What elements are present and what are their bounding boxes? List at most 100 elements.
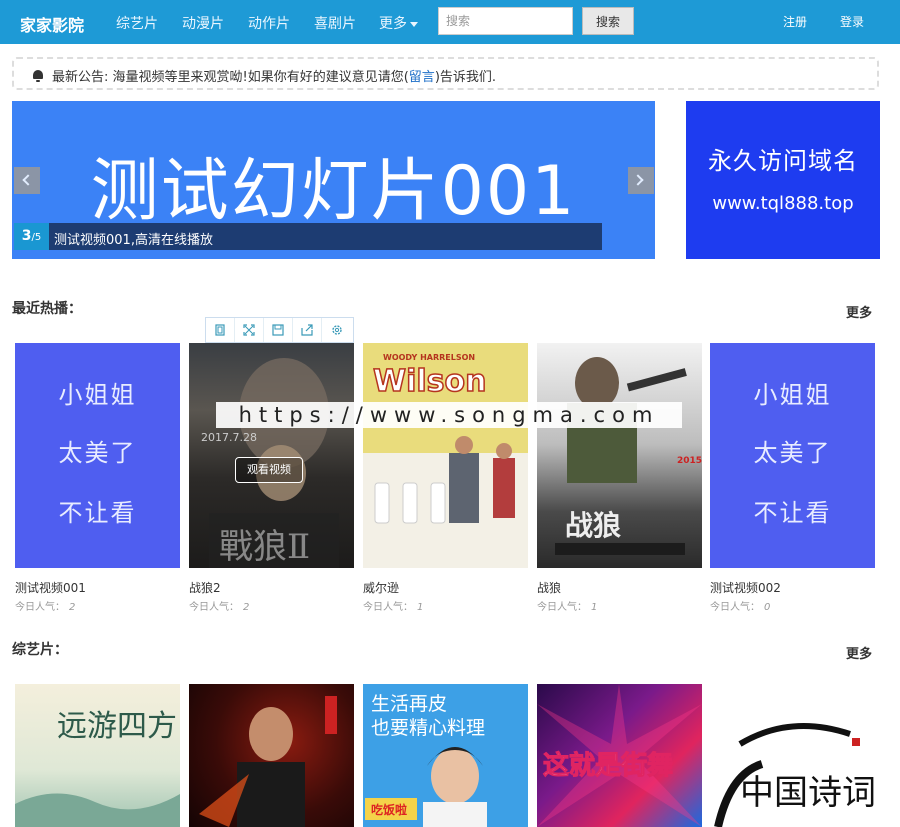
video-card[interactable]: 2015 战狼 战狼 今日人气： 1 [537, 343, 702, 613]
svg-text:远游四方: 远游四方 [57, 709, 177, 744]
fullscreen-icon[interactable] [235, 318, 264, 342]
svg-text:吃饭啦: 吃饭啦 [371, 802, 407, 817]
poster-text: 太美了 [58, 439, 137, 467]
svg-text:战狼: 战狼 [565, 509, 621, 542]
popularity-label: 今日人气： [363, 602, 413, 613]
video-card[interactable]: WOODY HARRELSON Wilson 威尔逊 今日人气： 1 [363, 343, 528, 613]
slide-counter: 3/5 [14, 223, 49, 250]
popularity: 今日人气： 2 [15, 598, 75, 613]
save-icon[interactable] [264, 318, 293, 342]
poster-art: 中国诗词 [714, 723, 875, 827]
video-poster: 小姐姐 太美了 不让看 [710, 343, 875, 568]
video-card[interactable]: 小姐姐 太美了 不让看 测试视频002 今日人气： 0 [710, 343, 875, 613]
domain-ad-banner[interactable]: 永久访问域名 www.tql888.top [686, 101, 880, 259]
carousel-next-button[interactable] [628, 167, 654, 194]
popularity: 今日人气： 1 [363, 598, 423, 613]
popularity-count: 1 [591, 602, 598, 613]
carousel-prev-button[interactable] [14, 167, 40, 194]
video-title[interactable]: 战狼2 [189, 579, 221, 596]
video-title[interactable]: 测试视频002 [710, 579, 781, 596]
caret-down-icon [410, 21, 418, 27]
watch-video-button[interactable]: 观看视频 [235, 457, 303, 483]
poster-art: 生活再皮 也要精心料理 吃饭啦 [365, 693, 487, 827]
popularity-count: 1 [417, 602, 424, 613]
video-poster: 小姐姐 太美了 不让看 [15, 343, 180, 568]
poster-art: 这就是街舞 [537, 684, 702, 827]
nav-item-anime[interactable]: 动漫片 [182, 13, 224, 33]
video-poster: 2015 战狼 [537, 343, 702, 568]
video-card[interactable]: 远游四方 [15, 684, 180, 827]
video-card[interactable] [189, 684, 354, 827]
nav-more-dropdown[interactable]: 更多 [379, 13, 418, 33]
svg-text:戰狼Ⅱ: 戰狼Ⅱ [219, 527, 310, 567]
popularity-label: 今日人气： [189, 602, 239, 613]
slide-caption-bar[interactable]: 3/5 测试视频001,高清在线播放 [14, 223, 602, 250]
video-poster: 中国诗词 [710, 684, 875, 827]
video-card[interactable]: 生活再皮 也要精心料理 吃饭啦 [363, 684, 528, 827]
video-card[interactable]: 小姐姐 太美了 不让看 测试视频001 今日人气： 2 [15, 343, 180, 613]
video-title[interactable]: 战狼 [537, 579, 561, 596]
video-title[interactable]: 测试视频001 [15, 579, 86, 596]
video-card[interactable]: 中国诗词 [710, 684, 875, 827]
poster-art [199, 696, 337, 827]
video-poster: 远游四方 [15, 684, 180, 827]
popularity: 今日人气： 0 [710, 598, 770, 613]
chevron-right-icon [632, 174, 644, 186]
bell-icon [32, 70, 44, 82]
svg-text:也要精心料理: 也要精心料理 [371, 717, 485, 739]
svg-text:中国诗词: 中国诗词 [740, 773, 875, 813]
video-card[interactable]: 戰狼Ⅱ 2017.7.28 观看视频 战狼2 今日人气： 2 [189, 343, 354, 613]
ad-headline: 永久访问域名 [708, 147, 858, 175]
popularity-label: 今日人气： [537, 602, 587, 613]
video-poster: 这就是街舞 [537, 684, 702, 827]
svg-text:这就是街舞: 这就是街舞 [543, 750, 673, 781]
poster-text: 小姐姐 [58, 381, 137, 409]
popularity-count: 2 [243, 602, 250, 613]
poster-text: 不让看 [753, 499, 832, 527]
video-poster [189, 684, 354, 827]
poster-art: 远游四方 [15, 709, 180, 827]
video-poster: 生活再皮 也要精心料理 吃饭啦 [363, 684, 528, 827]
top-navbar: 家家影院 综艺片 动漫片 动作片 喜剧片 更多 搜索 注册 登录 [0, 0, 900, 44]
notice-text-end: )告诉我们. [434, 70, 497, 85]
copy-icon[interactable] [206, 318, 235, 342]
register-link[interactable]: 注册 [783, 13, 807, 30]
section-title-hot: 最近热播： [12, 301, 82, 317]
popularity: 今日人气： 1 [537, 598, 597, 613]
feedback-link[interactable]: 留言 [409, 70, 435, 85]
announcement-bar: 最新公告: 海量视频等里来观赏呦!如果你有好的建议意见请您(留言)告诉我们. [12, 57, 879, 90]
nav-item-variety[interactable]: 综艺片 [116, 13, 158, 33]
video-poster: 戰狼Ⅱ 2017.7.28 观看视频 [189, 343, 354, 568]
notice-text: 最新公告: 海量视频等里来观赏呦!如果你有好的建议意见请您( [52, 70, 409, 85]
poster-art: WOODY HARRELSON Wilson [363, 353, 528, 568]
poster-text: 太美了 [753, 439, 832, 467]
image-toolbar [205, 317, 354, 343]
svg-text:2015: 2015 [677, 456, 702, 466]
slide-image-text: 测试幻灯片001 [90, 152, 577, 231]
popularity-count: 0 [764, 602, 771, 613]
site-watermark: https://www.songma.com [216, 402, 682, 428]
hot-more-link[interactable]: 更多 [846, 302, 872, 321]
search-button[interactable]: 搜索 [582, 7, 634, 35]
poster-art: 戰狼Ⅱ 2017.7.28 [201, 358, 339, 568]
site-logo[interactable]: 家家影院 [20, 12, 84, 36]
login-link[interactable]: 登录 [840, 13, 864, 30]
nav-item-comedy[interactable]: 喜剧片 [314, 13, 356, 33]
ad-domain: www.tql888.top [712, 193, 854, 214]
svg-text:2017.7.28: 2017.7.28 [201, 431, 257, 444]
variety-more-link[interactable]: 更多 [846, 643, 872, 662]
svg-text:生活再皮: 生活再皮 [371, 693, 447, 715]
search-input[interactable] [438, 7, 573, 35]
video-poster: WOODY HARRELSON Wilson [363, 343, 528, 568]
nav-more-label: 更多 [379, 16, 407, 32]
video-title[interactable]: 威尔逊 [363, 579, 399, 596]
popularity-label: 今日人气： [710, 602, 760, 613]
settings-icon[interactable] [322, 318, 351, 342]
share-icon[interactable] [293, 318, 322, 342]
poster-text: 小姐姐 [753, 381, 832, 409]
slide-current-index: 3 [21, 228, 32, 244]
poster-text: 不让看 [58, 499, 137, 527]
video-card[interactable]: 这就是街舞 [537, 684, 702, 827]
banner-carousel[interactable]: 测试幻灯片001 3/5 测试视频001,高清在线播放 [12, 101, 655, 259]
nav-item-action[interactable]: 动作片 [248, 13, 290, 33]
